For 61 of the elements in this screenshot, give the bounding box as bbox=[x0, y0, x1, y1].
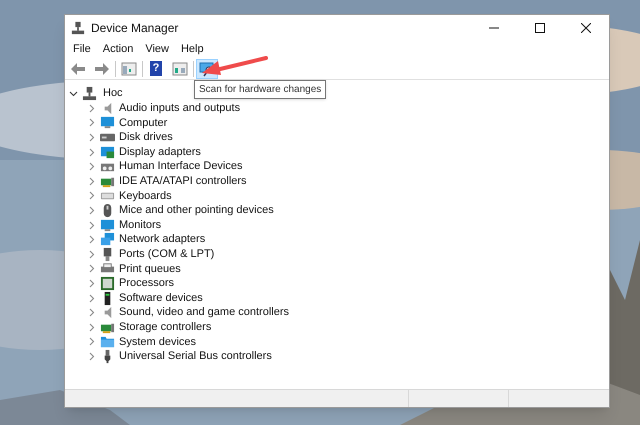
expand-chevron-icon[interactable] bbox=[87, 148, 96, 157]
network-icon bbox=[100, 232, 115, 248]
folder-icon bbox=[100, 334, 115, 350]
tree-item[interactable]: Sound, video and game controllers bbox=[119, 304, 289, 321]
monitor-icon bbox=[100, 218, 115, 233]
expand-chevron-icon[interactable] bbox=[87, 322, 96, 332]
window-pane-icon bbox=[121, 60, 137, 76]
menu-item[interactable]: Help bbox=[174, 41, 210, 58]
tree-item[interactable]: IDE ATA/ATAPI controllers bbox=[119, 173, 247, 190]
expand-chevron-icon[interactable] bbox=[87, 250, 96, 259]
tooltip: Scan for hardware changes bbox=[194, 80, 326, 99]
tree-item[interactable]: Ports (COM & LPT) bbox=[119, 246, 214, 262]
tree-item[interactable]: Display adapters bbox=[119, 144, 201, 160]
forward-arrow-icon bbox=[94, 60, 110, 76]
collapse-chevron-icon[interactable] bbox=[69, 89, 78, 98]
tree-item[interactable]: Hoc bbox=[103, 85, 123, 102]
expand-chevron-icon[interactable] bbox=[87, 176, 96, 186]
menu-item[interactable]: Action bbox=[96, 41, 140, 58]
window-pane-icon bbox=[172, 60, 188, 76]
back-arrow-icon bbox=[70, 60, 86, 76]
close-icon bbox=[581, 23, 591, 33]
network-computer-icon bbox=[71, 21, 85, 35]
tree-item[interactable]: Keyboards bbox=[119, 188, 172, 204]
help-icon: ? bbox=[150, 61, 162, 76]
expand-chevron-icon[interactable] bbox=[87, 235, 96, 244]
display-icon bbox=[100, 144, 115, 160]
toolbar-button[interactable]: ? bbox=[145, 58, 167, 78]
expand-chevron-icon[interactable] bbox=[87, 220, 96, 230]
expand-chevron-icon[interactable] bbox=[87, 294, 96, 303]
tree-item[interactable]: Universal Serial Bus controllers bbox=[119, 348, 272, 365]
expand-chevron-icon[interactable] bbox=[87, 352, 96, 361]
menu-item[interactable]: View bbox=[139, 41, 175, 58]
tree-item[interactable]: Human Interface Devices bbox=[119, 158, 242, 175]
tree-item[interactable]: Storage controllers bbox=[119, 318, 212, 336]
expand-chevron-icon[interactable] bbox=[87, 308, 96, 318]
expand-chevron-icon[interactable] bbox=[87, 206, 96, 215]
expand-chevron-icon[interactable] bbox=[87, 191, 96, 200]
expand-chevron-icon[interactable] bbox=[87, 264, 96, 274]
expand-chevron-icon[interactable] bbox=[87, 337, 96, 346]
tree-item[interactable]: Computer bbox=[119, 114, 168, 132]
tree-item[interactable]: Software devices bbox=[119, 290, 203, 306]
tree-item[interactable]: Print queues bbox=[119, 260, 181, 278]
network-computer-icon bbox=[82, 86, 97, 101]
window-title: Device Manager bbox=[91, 20, 178, 37]
chip-icon bbox=[100, 276, 115, 291]
tree-item[interactable]: Mice and other pointing devices bbox=[119, 202, 274, 219]
expand-chevron-icon[interactable] bbox=[87, 162, 96, 172]
tree-item[interactable]: Audio inputs and outputs bbox=[119, 100, 240, 117]
tree-item[interactable]: System devices bbox=[119, 334, 196, 350]
tree-item[interactable]: Disk drives bbox=[119, 129, 173, 146]
expand-chevron-icon[interactable] bbox=[87, 104, 96, 113]
tree-item[interactable]: Network adapters bbox=[119, 231, 206, 248]
expand-chevron-icon[interactable] bbox=[87, 118, 96, 128]
monitor-icon bbox=[100, 115, 115, 130]
expand-chevron-icon[interactable] bbox=[87, 132, 96, 142]
tree-item[interactable]: Processors bbox=[119, 275, 174, 292]
annotation-arrow bbox=[200, 54, 268, 78]
expand-chevron-icon[interactable] bbox=[87, 278, 96, 288]
tree-item[interactable]: Monitors bbox=[119, 216, 162, 234]
maximize-icon bbox=[535, 23, 545, 33]
menu-item[interactable]: File bbox=[67, 41, 97, 58]
